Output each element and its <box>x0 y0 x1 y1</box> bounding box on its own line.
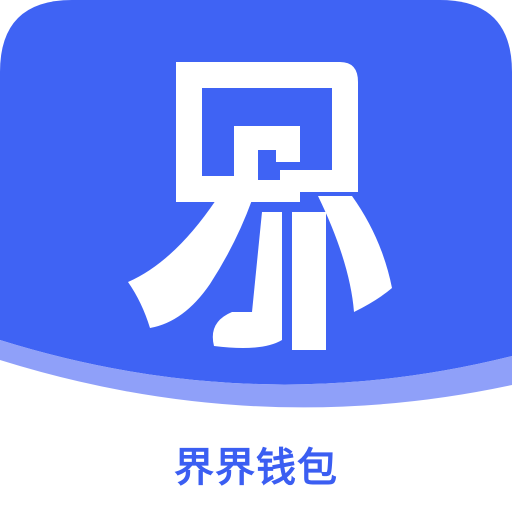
app-icon[interactable]: 界界钱包 <box>0 0 512 512</box>
app-icon-artwork <box>0 0 512 408</box>
app-name-label: 界界钱包 <box>174 445 338 491</box>
